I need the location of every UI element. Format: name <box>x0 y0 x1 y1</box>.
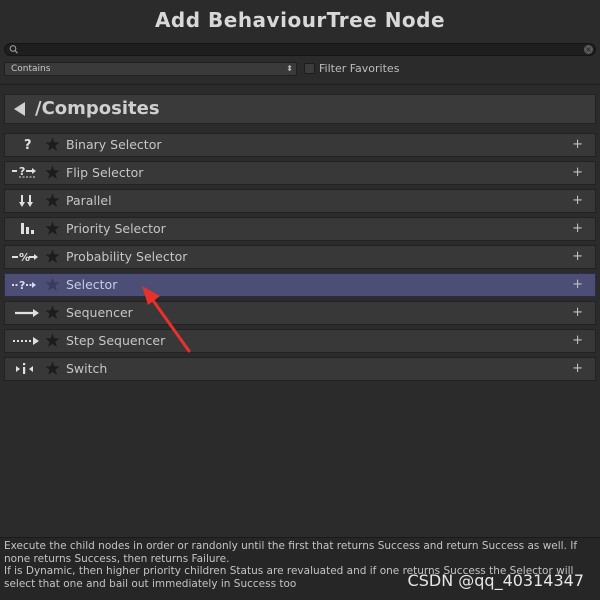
node-label: Selector <box>66 277 118 292</box>
node-row-step-sequencer[interactable]: Step Sequencer + <box>4 329 596 353</box>
node-label: Sequencer <box>66 305 133 320</box>
window-title: Add BehaviourTree Node <box>154 8 446 32</box>
add-node-button[interactable]: + <box>572 218 583 240</box>
filter-row: Contains ⬍ Filter Favorites <box>4 62 596 76</box>
probability-selector-icon: % <box>9 249 41 265</box>
svg-text:?: ? <box>24 138 32 153</box>
node-label: Binary Selector <box>66 137 162 152</box>
node-row-selector[interactable]: ? Selector + <box>4 273 596 297</box>
add-node-button[interactable]: + <box>572 134 583 156</box>
node-label: Probability Selector <box>66 249 188 264</box>
node-row-switch[interactable]: Switch + <box>4 357 596 381</box>
node-row-probability-selector[interactable]: % Probability Selector + <box>4 245 596 269</box>
search-field[interactable]: × <box>4 43 596 56</box>
add-node-button[interactable]: + <box>572 302 583 324</box>
sequencer-icon <box>9 305 41 321</box>
parallel-icon <box>9 193 41 209</box>
favorite-star-icon[interactable] <box>45 137 60 152</box>
back-arrow-icon[interactable] <box>13 101 27 117</box>
search-input[interactable] <box>19 44 579 55</box>
add-node-button[interactable]: + <box>572 190 583 212</box>
add-node-button[interactable]: + <box>572 274 583 296</box>
favorite-star-icon[interactable] <box>45 333 60 348</box>
node-row-flip-selector[interactable]: ? Flip Selector + <box>4 161 596 185</box>
priority-selector-icon <box>9 221 41 237</box>
flip-selector-icon: ? <box>9 165 41 181</box>
description-text: Execute the child nodes in order or rand… <box>4 540 578 565</box>
search-mode-dropdown[interactable]: Contains ⬍ <box>4 62 297 76</box>
step-sequencer-icon <box>9 333 41 349</box>
watermark: CSDN @qq_40314347 <box>407 571 584 590</box>
add-node-button[interactable]: + <box>572 358 583 380</box>
favorite-star-icon[interactable] <box>45 249 60 264</box>
node-row-parallel[interactable]: Parallel + <box>4 189 596 213</box>
node-label: Step Sequencer <box>66 333 166 348</box>
node-label: Parallel <box>66 193 112 208</box>
category-header[interactable]: /Composites <box>4 94 596 124</box>
node-description: Execute the child nodes in order or rand… <box>0 537 600 600</box>
search-icon <box>9 45 18 54</box>
switch-icon <box>9 361 41 377</box>
add-node-button[interactable]: + <box>572 330 583 352</box>
binary-selector-icon: ? <box>9 137 41 153</box>
filter-favorites-label[interactable]: Filter Favorites <box>319 62 399 76</box>
divider <box>0 84 600 85</box>
category-title: /Composites <box>35 98 160 119</box>
node-row-priority-selector[interactable]: Priority Selector + <box>4 217 596 241</box>
add-node-button[interactable]: + <box>572 162 583 184</box>
node-label: Flip Selector <box>66 165 144 180</box>
favorite-star-icon[interactable] <box>45 305 60 320</box>
svg-text:?: ? <box>19 279 25 292</box>
filter-favorites-checkbox[interactable] <box>304 63 315 74</box>
clear-search-icon[interactable]: × <box>584 45 593 54</box>
node-label: Priority Selector <box>66 221 166 236</box>
annotation-arrow <box>142 286 191 353</box>
favorite-star-icon[interactable] <box>45 277 60 292</box>
search-mode-value: Contains <box>11 64 51 74</box>
favorite-star-icon[interactable] <box>45 165 60 180</box>
favorite-star-icon[interactable] <box>45 221 60 236</box>
node-label: Switch <box>66 361 108 376</box>
favorite-star-icon[interactable] <box>45 193 60 208</box>
selector-icon: ? <box>9 277 41 293</box>
svg-text:?: ? <box>19 165 25 178</box>
svg-text:%: % <box>19 251 30 264</box>
node-row-sequencer[interactable]: Sequencer + <box>4 301 596 325</box>
dropdown-arrows-icon: ⬍ <box>286 64 293 73</box>
node-row-binary-selector[interactable]: ? Binary Selector + <box>4 133 596 157</box>
favorite-star-icon[interactable] <box>45 361 60 376</box>
add-node-button[interactable]: + <box>572 246 583 268</box>
